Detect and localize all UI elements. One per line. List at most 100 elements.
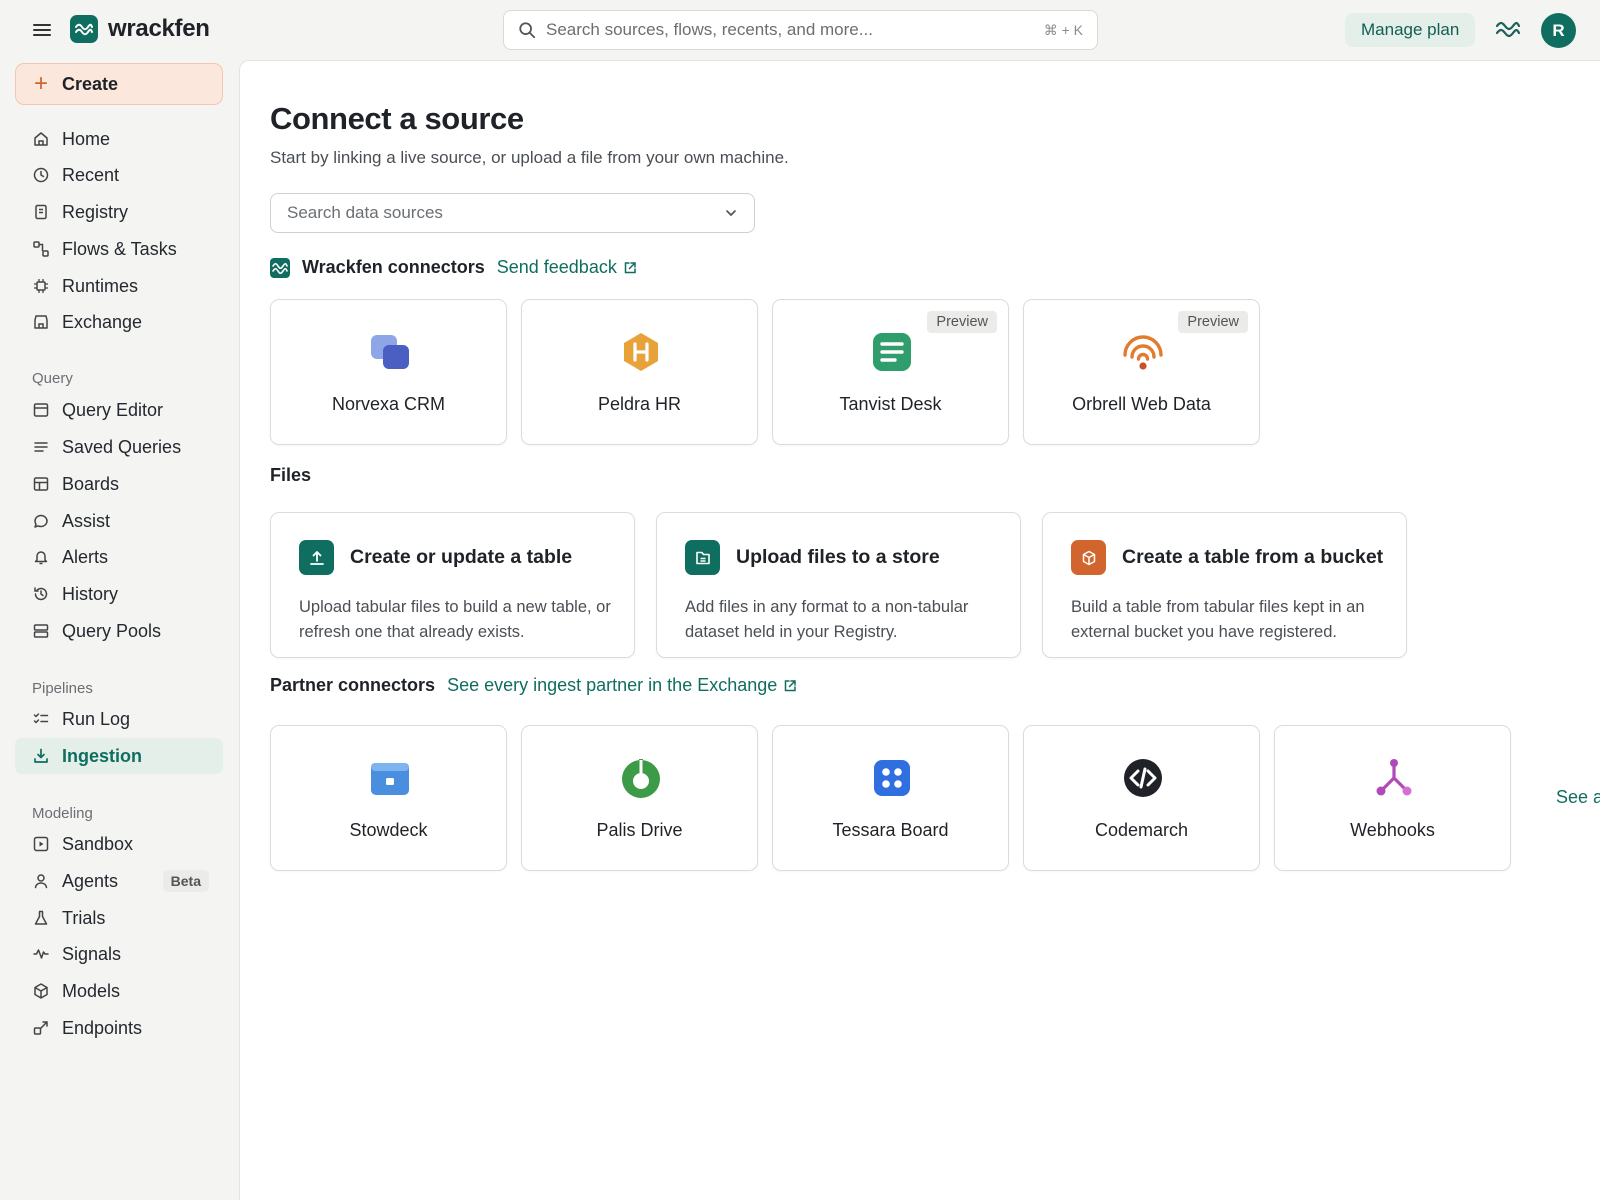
sidebar-item-endpoints[interactable]: Endpoints xyxy=(15,1010,223,1046)
tanvist-logo-icon xyxy=(873,333,911,371)
create-label: Create xyxy=(62,73,119,94)
sidebar-item-history[interactable]: History xyxy=(15,576,223,612)
codemarch-logo-icon xyxy=(1124,759,1162,797)
sidebar-item-label: Models xyxy=(62,980,121,1001)
sidebar-item-label: Flows & Tasks xyxy=(62,238,177,259)
sidebar-item-label: Saved Queries xyxy=(62,436,182,457)
sidebar-item-runtimes[interactable]: Runtimes xyxy=(15,268,223,304)
sidebar-item-sandbox[interactable]: Sandbox xyxy=(15,826,223,862)
sidebar-item-registry[interactable]: Registry xyxy=(15,194,223,230)
home-icon xyxy=(34,132,48,146)
sidebar-item-models[interactable]: Models xyxy=(15,973,223,1009)
server-icon xyxy=(33,624,49,638)
file-card-description: Upload tabular files to build a new tabl… xyxy=(299,598,611,641)
upload-icon xyxy=(299,540,334,575)
partner-card-tessara-board[interactable]: Tessara Board xyxy=(772,725,1009,871)
file-card-table-from-bucket[interactable]: Create a table from a bucket Build a tab… xyxy=(1042,512,1407,658)
chip-icon xyxy=(34,279,48,293)
files-heading: Files xyxy=(270,465,312,485)
wrackfen-logo-icon xyxy=(270,257,290,278)
sandbox-icon xyxy=(33,836,49,852)
sidebar-item-run-log[interactable]: Run Log xyxy=(15,701,223,737)
menu-icon[interactable] xyxy=(30,18,54,42)
top-bar: wrackfen ⌘ + K Manage plan R xyxy=(0,0,1600,60)
sidebar-item-exchange[interactable]: Exchange xyxy=(15,304,223,340)
partner-connectors-heading: Partner connectors xyxy=(270,675,436,695)
sidebar-item-label: Recent xyxy=(62,164,120,185)
see-all-partners-link[interactable]: See a xyxy=(1556,787,1600,808)
partner-name: Palis Drive xyxy=(596,820,683,840)
page-title: Connect a source xyxy=(270,101,524,136)
brand[interactable]: wrackfen xyxy=(70,15,210,43)
wrackfen-connectors-header: Wrackfen connectors Send feedback xyxy=(270,257,637,278)
partner-card-palis-drive[interactable]: Palis Drive xyxy=(521,725,758,871)
file-card-upload-to-store[interactable]: Upload files to a store Add files in any… xyxy=(656,512,1021,658)
partner-card-codemarch[interactable]: Codemarch xyxy=(1023,725,1260,871)
clock-icon xyxy=(33,167,49,183)
sidebar-item-query-editor[interactable]: Query Editor xyxy=(15,392,223,428)
send-feedback-link[interactable]: Send feedback xyxy=(497,257,637,278)
sidebar-item-label: Sandbox xyxy=(62,833,134,854)
chat-icon xyxy=(34,514,48,528)
wrackfen-logo-icon xyxy=(70,15,98,43)
partner-card-webhooks[interactable]: Webhooks xyxy=(1274,725,1511,871)
connector-card-tanvist-desk[interactable]: Preview Tanvist Desk xyxy=(772,299,1009,445)
connector-card-norvexa-crm[interactable]: Norvexa CRM xyxy=(270,299,507,445)
page-subtitle: Start by linking a live source, or uploa… xyxy=(270,148,789,167)
data-source-search[interactable]: Search data sources xyxy=(270,193,755,233)
norvexa-logo-icon xyxy=(371,335,409,369)
person-icon xyxy=(34,874,48,889)
sidebar-item-signals[interactable]: Signals xyxy=(15,936,223,972)
sidebar-item-query-pools[interactable]: Query Pools xyxy=(15,613,223,649)
create-button[interactable]: + Create xyxy=(15,63,223,105)
plus-icon: + xyxy=(34,70,49,97)
sidebar-item-label: Trials xyxy=(62,907,106,928)
sidebar-item-label: Query Pools xyxy=(62,620,162,641)
sidebar-item-recent[interactable]: Recent xyxy=(15,157,223,193)
chevron-down-icon xyxy=(726,210,736,217)
sidebar-item-boards[interactable]: Boards xyxy=(15,466,223,502)
box-icon xyxy=(1071,540,1106,575)
global-search-input[interactable] xyxy=(546,20,1044,40)
connector-card-orbrell-web-data[interactable]: Preview Orbrell Web Data xyxy=(1023,299,1260,445)
sidebar-item-label: Endpoints xyxy=(62,1017,143,1038)
sidebar-item-alerts[interactable]: Alerts xyxy=(15,539,223,575)
sidebar-item-agents[interactable]: Agents Beta xyxy=(15,863,223,899)
sidebar-item-home[interactable]: Home xyxy=(15,121,223,157)
peldra-logo-icon xyxy=(624,333,658,371)
history-icon xyxy=(34,587,48,601)
sidebar-item-label: Alerts xyxy=(62,546,109,567)
palis-logo-icon xyxy=(622,759,660,798)
activity-icon[interactable] xyxy=(1494,17,1522,43)
file-card-description: Add files in any format to a non-tabular… xyxy=(685,598,969,641)
signal-icon xyxy=(33,949,49,959)
file-card-description: Build a table from tabular files kept in… xyxy=(1071,598,1365,641)
section-label-query: Query xyxy=(32,370,73,387)
user-avatar[interactable]: R xyxy=(1541,13,1576,48)
sidebar-item-assist[interactable]: Assist xyxy=(15,503,223,539)
exchange-partners-link[interactable]: See every ingest partner in the Exchange xyxy=(447,675,797,696)
webhooks-icon xyxy=(1376,759,1412,796)
connector-card-peldra-hr[interactable]: Peldra HR xyxy=(521,299,758,445)
manage-plan-button[interactable]: Manage plan xyxy=(1345,13,1476,47)
connector-name: Peldra HR xyxy=(597,394,682,414)
partner-name: Stowdeck xyxy=(349,820,428,840)
partner-name: Codemarch xyxy=(1094,820,1189,840)
connector-name: Norvexa CRM xyxy=(331,394,446,414)
file-card-create-update-table[interactable]: Create or update a table Upload tabular … xyxy=(270,512,635,658)
sidebar-item-flows-tasks[interactable]: Flows & Tasks xyxy=(15,231,223,267)
beta-badge: Beta xyxy=(162,870,209,892)
sidebar-item-ingestion[interactable]: Ingestion xyxy=(15,738,223,774)
cube-icon xyxy=(34,983,48,999)
global-search[interactable]: ⌘ + K xyxy=(503,10,1098,50)
send-feedback-label: Send feedback xyxy=(496,257,617,277)
partner-card-stowdeck[interactable]: Stowdeck xyxy=(270,725,507,871)
app-name: wrackfen xyxy=(108,15,210,42)
connector-name: Orbrell Web Data xyxy=(1072,394,1211,414)
preview-badge: Preview xyxy=(1178,311,1248,333)
sidebar-item-saved-queries[interactable]: Saved Queries xyxy=(15,429,223,465)
connector-name: Tanvist Desk xyxy=(839,394,942,414)
sidebar-item-label: Query Editor xyxy=(62,399,164,420)
sidebar-item-trials[interactable]: Trials xyxy=(15,900,223,936)
main-content: Connect a source Start by linking a live… xyxy=(239,60,1600,1200)
